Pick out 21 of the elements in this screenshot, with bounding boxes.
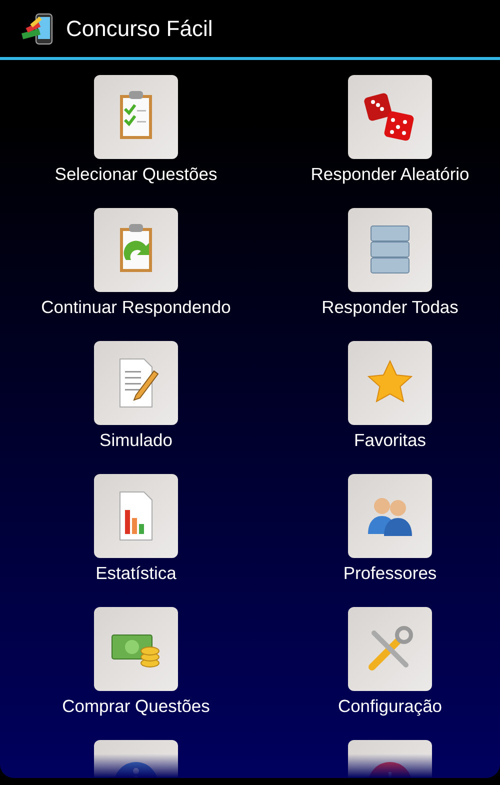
menu-tile-button[interactable] <box>348 208 432 292</box>
menu-label: Simulado <box>100 429 172 451</box>
menu-tile-button[interactable] <box>348 474 432 558</box>
menu-label: Selecionar Questões <box>54 163 218 185</box>
menu-label: Responder Todas <box>322 296 458 318</box>
menu-tile-button[interactable] <box>94 208 178 292</box>
menu-tile-button[interactable] <box>94 474 178 558</box>
menu-tile-button[interactable] <box>348 607 432 691</box>
menu-label: Professores <box>343 562 437 584</box>
app-title: Concurso Fácil <box>66 16 213 42</box>
menu-tile-button[interactable] <box>348 341 432 425</box>
menu-tile-button[interactable] <box>94 341 178 425</box>
menu-label: Continuar Respondendo <box>41 296 231 318</box>
menu-tile-button[interactable] <box>94 75 178 159</box>
menu-tile-button[interactable] <box>94 607 178 691</box>
menu-label: Configuração <box>338 695 442 717</box>
menu-label: Estatística <box>96 562 176 584</box>
menu-label: Responder Aleatório <box>310 163 470 185</box>
menu-label: Comprar Questões <box>62 695 210 717</box>
menu-tile-button[interactable] <box>348 75 432 159</box>
menu-label: Favoritas <box>354 429 426 451</box>
